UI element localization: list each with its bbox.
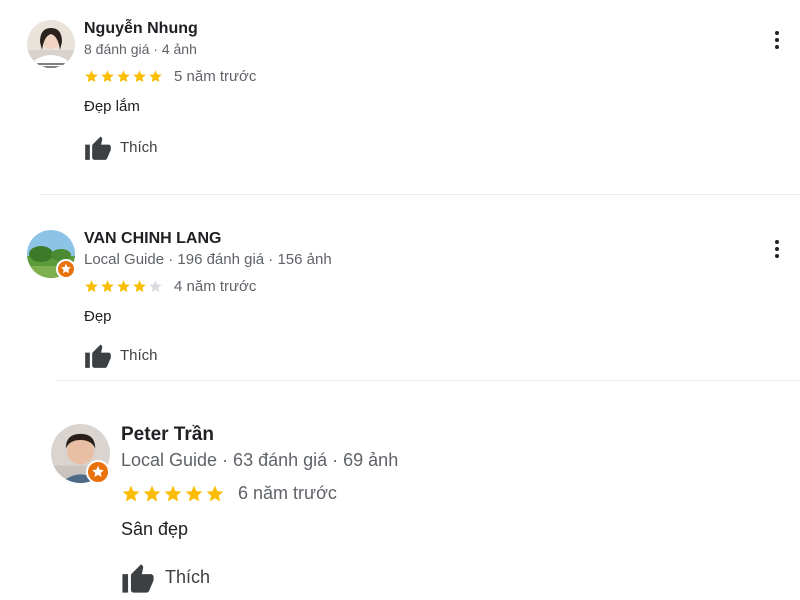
reviewer-name[interactable]: Nguyễn Nhung xyxy=(84,20,198,38)
more-options-icon[interactable] xyxy=(765,28,789,52)
star-rating xyxy=(84,69,164,84)
reviewer-meta[interactable]: Local Guide · 63 đánh giá · 69 ảnh xyxy=(121,450,398,471)
star-filled-icon xyxy=(116,279,132,294)
star-filled-icon xyxy=(116,69,132,84)
review-time: 4 năm trước xyxy=(174,278,257,295)
like-label: Thích xyxy=(120,138,158,156)
reviewer-name[interactable]: VAN CHINH LANG xyxy=(84,230,221,248)
review-text: Sân đẹp xyxy=(121,519,189,539)
review-text: Đẹp lắm xyxy=(84,98,140,115)
star-filled-icon xyxy=(205,484,226,504)
star-rating xyxy=(121,484,226,504)
star-filled-icon xyxy=(100,279,116,294)
local-guide-badge xyxy=(56,259,76,279)
rating-row: 6 năm trước xyxy=(121,483,337,504)
star-filled-icon xyxy=(184,484,205,504)
review-card: VAN CHINH LANG Local Guide · 196 đánh gi… xyxy=(0,196,800,381)
divider xyxy=(40,194,800,195)
star-filled-icon xyxy=(100,69,116,84)
star-filled-icon xyxy=(132,279,148,294)
review-time: 6 năm trước xyxy=(238,483,337,503)
star-rating xyxy=(84,279,164,294)
thumbs-up-icon xyxy=(84,342,112,368)
review-card: Nguyễn Nhung 8 đánh giá · 4 ảnh 5 năm tr… xyxy=(0,0,800,195)
thumbs-up-icon xyxy=(121,561,155,593)
reviewer-name[interactable]: Peter Trần xyxy=(121,424,214,446)
like-label: Thích xyxy=(165,566,211,587)
more-options-icon[interactable] xyxy=(765,237,789,261)
divider xyxy=(55,380,800,381)
star-filled-icon xyxy=(163,484,184,504)
review-card: Peter Trần Local Guide · 63 đánh giá · 6… xyxy=(0,382,800,600)
review-time: 5 năm trước xyxy=(174,68,257,85)
like-button[interactable]: Thích xyxy=(84,342,158,368)
star-filled-icon xyxy=(132,69,148,84)
like-button[interactable]: Thích xyxy=(121,561,210,593)
star-filled-icon xyxy=(142,484,163,504)
thumbs-up-icon xyxy=(84,134,112,160)
like-button[interactable]: Thích xyxy=(84,134,158,160)
review-text: Đẹp xyxy=(84,308,112,325)
avatar[interactable] xyxy=(27,20,75,68)
reviewer-meta[interactable]: 8 đánh giá · 4 ảnh xyxy=(84,41,197,57)
like-label: Thích xyxy=(120,346,158,364)
star-filled-icon xyxy=(148,69,164,84)
star-filled-icon xyxy=(84,279,100,294)
local-guide-badge xyxy=(86,460,110,484)
reviewer-meta[interactable]: Local Guide · 196 đánh giá · 156 ảnh xyxy=(84,251,332,268)
star-filled-icon xyxy=(84,69,100,84)
rating-row: 4 năm trước xyxy=(84,278,256,295)
star-empty-icon xyxy=(148,279,164,294)
star-filled-icon xyxy=(121,484,142,504)
rating-row: 5 năm trước xyxy=(84,68,256,85)
